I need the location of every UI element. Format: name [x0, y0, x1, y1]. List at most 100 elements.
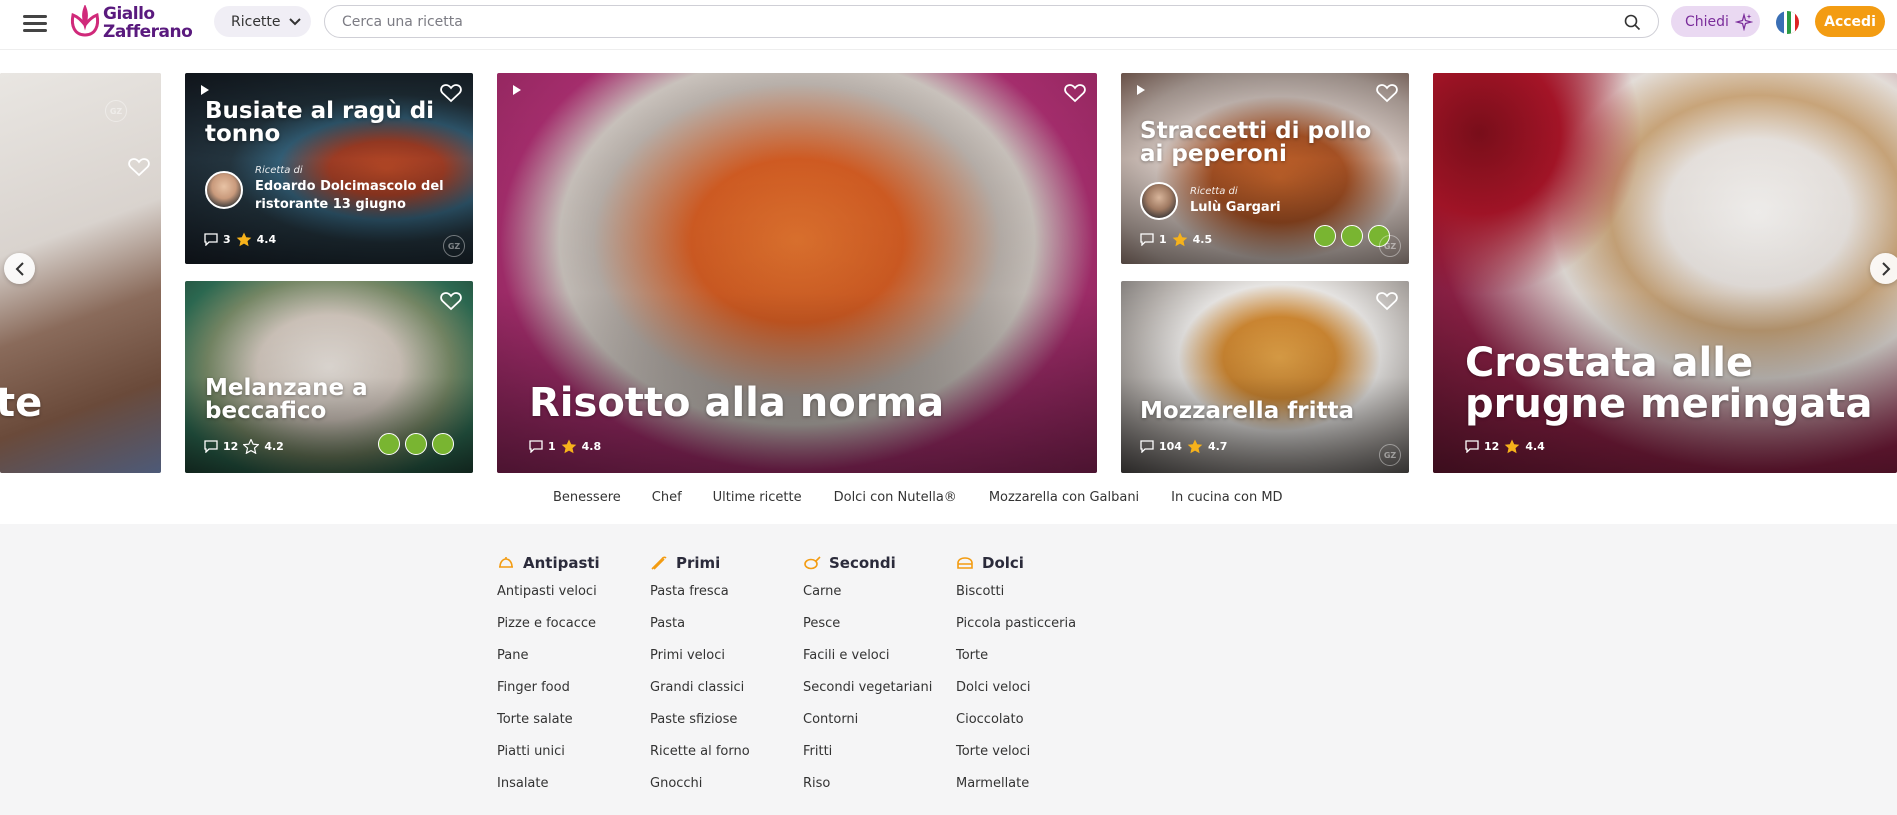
menu-link[interactable]: Pane [497, 648, 528, 663]
heart-icon[interactable] [1376, 291, 1398, 311]
recipe-card-risotto[interactable]: Risotto alla norma 1 4.8 [497, 73, 1097, 473]
menu-link[interactable]: Dolci veloci [956, 680, 1030, 695]
card-title: Mozzarella fritta [1140, 398, 1354, 424]
menu-link[interactable]: Carne [803, 584, 841, 599]
comment-count: 1 [548, 440, 556, 453]
menu-heading-antipasti[interactable]: Antipasti [497, 554, 600, 572]
chevron-down-icon [288, 17, 301, 25]
menu-link[interactable]: Paste sfiziose [650, 712, 737, 727]
comment-count: 12 [223, 440, 239, 453]
menu-link[interactable]: Pizze e focacce [497, 616, 596, 631]
vegetarian-badge-icon [378, 433, 400, 455]
menu-link[interactable]: Torte salate [497, 712, 573, 727]
star-icon [236, 232, 251, 247]
menu-link[interactable]: Ricette al forno [650, 744, 750, 759]
star-icon [561, 439, 576, 454]
accedi-button[interactable]: Accedi [1815, 6, 1885, 37]
logo-flower-icon [70, 5, 100, 37]
card-title: Straccetti di pollo ai peperoni [1140, 118, 1372, 168]
menu-link[interactable]: Biscotti [956, 584, 1004, 599]
menu-heading-secondi[interactable]: Secondi [803, 554, 896, 572]
menu-link[interactable]: Antipasti veloci [497, 584, 597, 599]
card-meta: 104 4.7 [1140, 439, 1227, 454]
light-badge-icon [432, 433, 454, 455]
tag-link[interactable]: Ultime ricette [713, 490, 802, 505]
gz-watermark-icon: GZ [105, 100, 127, 122]
search-input[interactable] [342, 13, 1592, 30]
recipe-author[interactable]: Ricetta di Lulù Gargari [1140, 182, 1281, 220]
antipasti-icon [499, 557, 513, 568]
menu-link[interactable]: Cioccolato [956, 712, 1024, 727]
recipe-card-mozzarella[interactable]: Mozzarella fritta 104 4.7 GZ [1121, 281, 1409, 473]
recipe-card-straccetti[interactable]: Straccetti di pollo ai peperoni Ricetta … [1121, 73, 1409, 264]
tag-link[interactable]: Benessere [553, 490, 621, 505]
menu-link[interactable]: Gnocchi [650, 776, 702, 791]
star-outline-icon [243, 439, 260, 454]
menu-link[interactable]: Torte veloci [956, 744, 1030, 759]
menu-link[interactable]: Pasta [650, 616, 685, 631]
heart-icon[interactable] [1376, 83, 1398, 103]
menu-link[interactable]: Primi veloci [650, 648, 725, 663]
gz-watermark-icon: GZ [443, 235, 465, 257]
card-title: Crostata alle prugne meringata [1465, 340, 1873, 427]
card-meta: 12 4.4 [1465, 439, 1545, 454]
comment-icon [1140, 233, 1154, 246]
menu-link[interactable]: Contorni [803, 712, 858, 727]
tag-link[interactable]: Mozzarella con Galbani [989, 490, 1139, 505]
menu-link[interactable]: Riso [803, 776, 830, 791]
menu-link[interactable]: Pesce [803, 616, 840, 631]
rating-value: 4.5 [1192, 233, 1213, 246]
heart-icon[interactable] [1064, 83, 1086, 103]
video-play-icon [1137, 85, 1145, 95]
comment-count: 3 [223, 233, 231, 246]
ricette-label: Ricette [231, 13, 281, 30]
dolci-icon [957, 557, 973, 569]
giallozafferano-logo[interactable]: Giallo Zafferano [68, 3, 208, 43]
heart-icon[interactable] [128, 157, 150, 177]
author-name: Edoardo Dolcimascolo del ristorante 13 g… [255, 179, 444, 212]
heart-icon[interactable] [440, 291, 462, 311]
menu-heading-dolci[interactable]: Dolci [956, 554, 1024, 572]
language-flag-icon[interactable] [1776, 11, 1799, 34]
tag-link[interactable]: Chef [652, 490, 682, 505]
menu-link[interactable]: Insalate [497, 776, 549, 791]
card-title: Busiate al ragù di tonno [205, 98, 435, 148]
card-title: Melanzane a beccafico [205, 375, 368, 425]
tag-links: Benessere Chef Ultime ricette Dolci con … [553, 490, 1283, 505]
sparkle-icon [1734, 12, 1753, 31]
recipe-card-busiate[interactable]: Busiate al ragù di tonno Ricetta di Edoa… [185, 73, 473, 264]
search-bar [324, 5, 1659, 38]
menu-link[interactable]: Torte [956, 648, 988, 663]
menu-link[interactable]: Piccola pasticceria [956, 616, 1076, 631]
menu-heading-primi[interactable]: Primi [650, 554, 720, 572]
recipe-card-melanzane[interactable]: Melanzane a beccafico 12 4.2 [185, 281, 473, 473]
carousel-next-button[interactable] [1870, 253, 1897, 284]
chiedi-button[interactable]: Chiedi [1671, 6, 1760, 37]
menu-link[interactable]: Grandi classici [650, 680, 744, 695]
comment-count: 104 [1159, 440, 1182, 453]
star-icon [1172, 232, 1187, 247]
rating-value: 4.8 [581, 440, 602, 453]
ricette-dropdown[interactable]: Ricette [214, 6, 311, 37]
menu-link[interactable]: Facili e veloci [803, 648, 890, 663]
menu-link[interactable]: Pasta fresca [650, 584, 729, 599]
menu-link[interactable]: Marmellate [956, 776, 1029, 791]
card-meta: 1 4.5 [1140, 232, 1212, 247]
author-name: Lulù Gargari [1190, 199, 1281, 215]
menu-link[interactable]: Piatti unici [497, 744, 565, 759]
gz-watermark-icon: GZ [1379, 235, 1401, 257]
hamburger-menu-icon[interactable] [23, 13, 49, 33]
menu-link[interactable]: Secondi vegetariani [803, 680, 932, 695]
category-menu: Antipasti Antipasti veloci Pizze e focac… [0, 524, 1897, 815]
star-icon [1187, 439, 1203, 454]
menu-link[interactable]: Finger food [497, 680, 570, 695]
recipe-card-crostata[interactable]: Crostata alle prugne meringata 12 4.4 [1433, 73, 1897, 473]
recipe-author[interactable]: Ricetta di Edoardo Dolcimascolo del rist… [205, 165, 445, 214]
tag-link[interactable]: Dolci con Nutella® [834, 490, 957, 505]
card-meta: 12 4.2 [204, 439, 284, 454]
search-icon[interactable] [1624, 14, 1641, 31]
carousel-prev-button[interactable] [4, 253, 35, 284]
menu-link[interactable]: Fritti [803, 744, 832, 759]
tag-link[interactable]: In cucina con MD [1171, 490, 1282, 505]
comment-icon [1465, 440, 1479, 453]
